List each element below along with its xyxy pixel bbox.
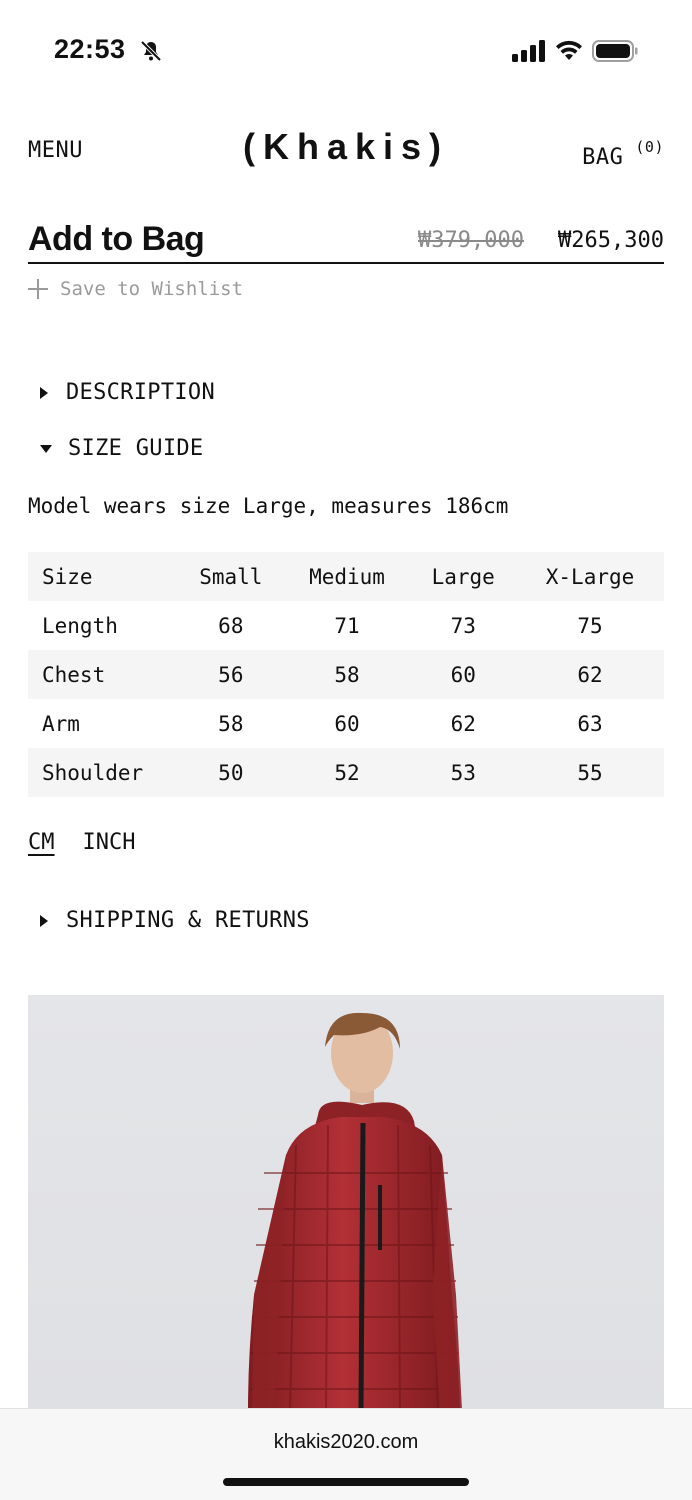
unit-cm-button[interactable]: CM (28, 830, 55, 855)
battery-icon (592, 40, 638, 62)
table-row: Length 68 71 73 75 (28, 601, 664, 650)
original-price: ₩379,000 (418, 228, 524, 253)
size-guide-table: Size Small Medium Large X-Large Length 6… (28, 552, 664, 797)
table-cell: Chest (42, 662, 106, 687)
table-cell: 58 (218, 711, 244, 736)
table-cell: 62 (577, 662, 603, 687)
table-cell: Shoulder (42, 760, 144, 785)
product-image (28, 995, 664, 1410)
caret-right-icon (40, 914, 48, 927)
table-header-cell: Small (199, 564, 263, 589)
table-cell: 56 (218, 662, 244, 687)
description-toggle[interactable]: DESCRIPTION (40, 380, 215, 405)
shipping-returns-toggle[interactable]: SHIPPING & RETURNS (40, 908, 310, 933)
table-cell: 50 (218, 760, 244, 785)
status-bar: 22:53 (0, 0, 692, 100)
table-cell: Arm (42, 711, 80, 736)
size-guide-toggle[interactable]: SIZE GUIDE (40, 436, 203, 461)
table-cell: 53 (450, 760, 476, 785)
size-guide-label: SIZE GUIDE (68, 436, 204, 461)
bag-label: BAG (582, 145, 624, 170)
wishlist-label: Save to Wishlist (60, 278, 244, 300)
add-to-bag-button[interactable]: Add to Bag (28, 220, 205, 259)
table-cell: 60 (450, 662, 476, 687)
table-cell: 52 (334, 760, 360, 785)
table-header-row: Size Small Medium Large X-Large (28, 552, 664, 601)
plus-icon (28, 279, 48, 299)
bag-button[interactable]: BAG (0) (582, 138, 664, 170)
home-indicator[interactable] (223, 1478, 469, 1486)
model-size-note: Model wears size Large, measures 186cm (28, 494, 509, 518)
description-label: DESCRIPTION (66, 380, 215, 405)
signal-icon (512, 40, 545, 62)
save-to-wishlist-button[interactable]: Save to Wishlist (28, 278, 243, 300)
table-cell: 55 (577, 760, 603, 785)
table-cell: 63 (577, 711, 603, 736)
table-cell: 62 (450, 711, 476, 736)
sale-price: ₩265,300 (558, 228, 664, 253)
table-header-cell: Size (42, 564, 93, 589)
table-cell: 60 (334, 711, 360, 736)
table-cell: Length (42, 613, 118, 638)
unit-toggle: CM INCH (28, 830, 135, 855)
table-cell: 75 (577, 613, 603, 638)
url-field[interactable]: khakis2020.com (0, 1431, 692, 1454)
add-to-bag-row: Add to Bag ₩379,000 ₩265,300 (28, 218, 664, 264)
brand-logo[interactable]: (Khakis) (28, 126, 664, 168)
table-cell: 71 (334, 613, 360, 638)
table-header-cell: Large (431, 564, 495, 589)
browser-address-bar: khakis2020.com (0, 1408, 692, 1500)
site-header: MENU (Khakis) BAG (0) (28, 120, 664, 180)
table-header-cell: Medium (309, 564, 385, 589)
table-cell: 73 (450, 613, 476, 638)
table-row: Shoulder 50 52 53 55 (28, 748, 664, 797)
wifi-icon (556, 40, 582, 60)
table-row: Arm 58 60 62 63 (28, 699, 664, 748)
shipping-returns-label: SHIPPING & RETURNS (66, 908, 310, 933)
status-time: 22:53 (54, 34, 126, 64)
table-header-cell: X-Large (545, 564, 635, 589)
bag-count: (0) (635, 138, 664, 156)
table-cell: 68 (218, 613, 244, 638)
caret-right-icon (40, 386, 48, 399)
table-row: Chest 56 58 60 62 (28, 650, 664, 699)
table-cell: 58 (334, 662, 360, 687)
model-photo (248, 1012, 462, 1410)
bell-slash-icon (140, 40, 162, 62)
unit-inch-button[interactable]: INCH (83, 830, 136, 855)
caret-down-icon (40, 444, 52, 453)
